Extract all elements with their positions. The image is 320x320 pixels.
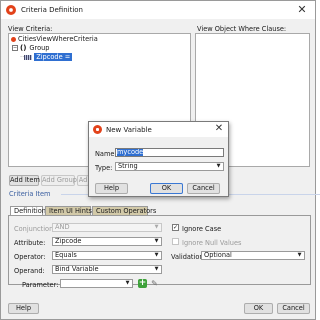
ignore-null-label: Ignore Null Values: [182, 239, 242, 247]
new-variable-dialog: New Variable ✕ Name: mycode Type: String…: [88, 121, 229, 197]
dialog-ok-button[interactable]: OK: [150, 183, 183, 194]
dialog-cancel-button[interactable]: Cancel: [187, 183, 220, 194]
close-icon[interactable]: ✕: [295, 3, 309, 16]
operand-select[interactable]: Bind Variable ▼: [52, 265, 162, 274]
operator-label: Operator:: [14, 253, 46, 261]
operand-label: Operand:: [14, 267, 45, 275]
tree-root-label: CitiesViewWhereCriteria: [18, 35, 98, 43]
conjunction-label: Conjunction:: [14, 225, 56, 233]
conjunction-value: AND: [55, 223, 70, 231]
conjunction-select[interactable]: AND ▼: [52, 223, 162, 232]
help-button[interactable]: Help: [8, 303, 39, 314]
attribute-value: Zipcode: [55, 237, 82, 245]
ok-button[interactable]: OK: [244, 303, 273, 314]
chevron-down-icon: ▼: [154, 266, 159, 272]
edit-parameter-icon[interactable]: ✎: [150, 279, 159, 288]
attribute-select[interactable]: Zipcode ▼: [52, 237, 162, 246]
tree-attribute-label: Zipcode =: [34, 53, 73, 61]
group-icon: (): [20, 44, 27, 52]
name-value: mycode: [117, 148, 144, 156]
oracle-jdeveloper-icon: [93, 125, 102, 134]
title-bar[interactable]: Criteria Definition ✕: [1, 1, 315, 19]
operator-value: Equals: [55, 251, 77, 259]
chevron-down-icon: ▼: [125, 280, 130, 286]
dialog-title: New Variable: [106, 126, 152, 134]
chevron-down-icon: ▼: [154, 252, 159, 258]
parameter-select[interactable]: ▼: [60, 279, 133, 288]
validation-select[interactable]: Optional ▼: [201, 251, 305, 260]
view-criteria-label: View Criteria:: [8, 25, 53, 33]
collapse-icon[interactable]: −: [12, 45, 18, 51]
add-item-button[interactable]: Add Item: [9, 175, 40, 186]
add-parameter-icon[interactable]: +: [138, 279, 147, 288]
chevron-down-icon: ▼: [154, 238, 159, 244]
ignore-null-checkbox[interactable]: [172, 238, 179, 245]
tree-group-label: Group: [29, 44, 50, 52]
name-field[interactable]: mycode: [115, 148, 224, 157]
tree-attribute-node[interactable]: ·· Zipcode =: [20, 53, 73, 62]
operand-value: Bind Variable: [55, 265, 99, 273]
tab-item-ui-hints[interactable]: Item UI Hints: [45, 206, 92, 215]
tree-root-node[interactable]: CitiesViewWhereCriteria: [11, 35, 98, 44]
window-title: Criteria Definition: [21, 6, 83, 14]
view-criteria-icon: [11, 36, 16, 42]
where-clause-label: View Object Where Clause:: [197, 25, 287, 33]
close-icon[interactable]: ✕: [213, 123, 225, 135]
attribute-label: Attribute:: [14, 239, 46, 247]
cancel-button[interactable]: Cancel: [277, 303, 310, 314]
chevron-down-icon: ▼: [216, 163, 221, 169]
attribute-icon: [24, 54, 33, 60]
tree-group-node[interactable]: −() Group: [12, 44, 49, 53]
validation-value: Optional: [204, 251, 232, 259]
name-label: Name:: [95, 150, 117, 158]
add-group-button[interactable]: Add Group: [41, 175, 77, 186]
type-label: Type:: [95, 164, 113, 172]
ignore-case-checkbox[interactable]: ✓: [172, 224, 179, 231]
type-value: String: [118, 162, 138, 170]
dialog-help-button[interactable]: Help: [95, 183, 128, 194]
oracle-jdeveloper-icon: [6, 5, 16, 15]
chevron-down-icon: ▼: [154, 224, 159, 230]
tab-custom-operators[interactable]: Custom Operators: [92, 206, 156, 215]
type-select[interactable]: String ▼: [115, 162, 224, 171]
dialog-title-bar[interactable]: New Variable ✕: [89, 122, 228, 137]
operator-select[interactable]: Equals ▼: [52, 251, 162, 260]
chevron-down-icon: ▼: [297, 252, 302, 258]
parameter-label: Parameter:: [22, 281, 59, 289]
ignore-case-label: Ignore Case: [182, 225, 222, 233]
